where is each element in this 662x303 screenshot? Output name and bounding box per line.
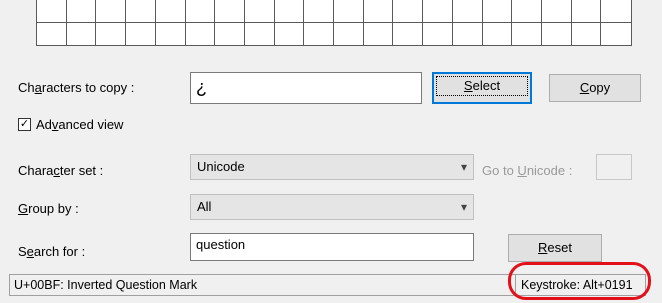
grid-cell[interactable]: [334, 0, 364, 23]
grid-cell[interactable]: [244, 0, 275, 23]
advanced-view-label: Advanced view: [36, 117, 124, 132]
grid-cell[interactable]: [215, 0, 245, 23]
grid-cell[interactable]: [304, 0, 334, 23]
select-button[interactable]: Select: [432, 72, 532, 104]
group-by-label: Group by :: [18, 201, 79, 216]
search-for-label: Search for :: [18, 244, 86, 259]
character-set-dropdown[interactable]: Unicode ▾: [190, 154, 474, 180]
grid-cell[interactable]: [423, 22, 453, 45]
grid-cell[interactable]: [601, 23, 631, 46]
grid-cell[interactable]: [66, 0, 97, 23]
characters-to-copy-label: Characters to copy :: [18, 80, 135, 95]
grid-cell[interactable]: [156, 22, 186, 45]
character-set-label: Character set :: [18, 163, 104, 178]
character-grid[interactable]: [36, 0, 632, 46]
grid-cell[interactable]: [542, 22, 572, 45]
grid-cell[interactable]: [393, 22, 424, 45]
chevron-down-icon: ▾: [460, 160, 467, 174]
grid-cell[interactable]: [453, 22, 483, 45]
chevron-down-icon: ▾: [460, 200, 467, 214]
grid-cell[interactable]: [364, 22, 394, 45]
grid-cell[interactable]: [363, 0, 394, 23]
grid-cell[interactable]: [245, 22, 275, 45]
copy-button[interactable]: Copy: [549, 74, 641, 102]
grid-cell[interactable]: [572, 22, 602, 45]
grid-cell[interactable]: [67, 22, 97, 45]
characters-to-copy-input[interactable]: ¿: [190, 72, 422, 104]
character-info-text: U+00BF: Inverted Question Mark: [14, 278, 198, 292]
keystroke-highlight: [508, 262, 651, 300]
grid-cell[interactable]: [96, 22, 127, 45]
grid-cell[interactable]: [275, 22, 305, 45]
grid-cell[interactable]: [186, 22, 216, 45]
grid-cell[interactable]: [334, 22, 364, 45]
grid-cell[interactable]: [452, 0, 483, 23]
grid-cell[interactable]: [126, 0, 156, 23]
grid-cell[interactable]: [304, 22, 334, 45]
grid-cell[interactable]: [126, 22, 156, 45]
group-by-dropdown[interactable]: All ▾: [190, 194, 474, 220]
grid-cell[interactable]: [483, 22, 513, 45]
go-to-unicode-input[interactable]: [596, 154, 632, 180]
check-icon: ✓: [19, 118, 30, 130]
grid-cell[interactable]: [512, 0, 542, 23]
grid-cell[interactable]: [512, 22, 542, 45]
grid-cell[interactable]: [541, 0, 572, 23]
grid-cell[interactable]: [601, 0, 631, 23]
reset-button[interactable]: Reset: [508, 234, 602, 262]
go-to-unicode-label: Go to Unicode :: [482, 163, 573, 178]
grid-cell[interactable]: [274, 0, 305, 23]
grid-cell[interactable]: [155, 0, 186, 23]
grid-cell[interactable]: [571, 0, 602, 23]
grid-cell[interactable]: [423, 0, 453, 23]
grid-cell[interactable]: [37, 22, 67, 45]
grid-cell[interactable]: [185, 0, 216, 23]
grid-cell[interactable]: [215, 22, 245, 45]
grid-cell[interactable]: [37, 0, 67, 23]
advanced-view-checkbox[interactable]: ✓: [18, 118, 31, 131]
grid-cell[interactable]: [393, 0, 424, 23]
grid-cell[interactable]: [96, 0, 127, 23]
grid-cell[interactable]: [482, 0, 513, 23]
search-input[interactable]: question: [190, 233, 474, 261]
